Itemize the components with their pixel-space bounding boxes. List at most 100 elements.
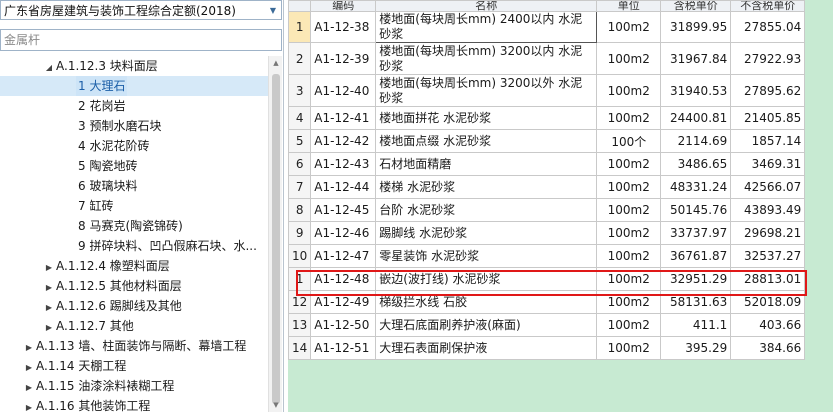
table-row[interactable]: 10 A1-12-47 零星装饰 水泥砂浆 100m2 36761.87 32537.27: [287, 244, 806, 268]
row-number[interactable]: 6: [287, 152, 312, 176]
cell-price-notax[interactable]: 21405.85: [730, 106, 806, 130]
cell-price-tax[interactable]: 31967.84: [660, 42, 732, 75]
cell-price-tax[interactable]: 36761.87: [660, 244, 732, 268]
cell-price-notax[interactable]: 52018.09: [730, 290, 806, 314]
tree-node[interactable]: ▶ A.1.14 天棚工程: [0, 356, 268, 376]
row-number[interactable]: 5: [287, 129, 312, 153]
tree-node[interactable]: 7 缸砖: [0, 196, 268, 216]
expand-arrow-icon[interactable]: ▶: [24, 398, 34, 412]
cell-price-tax[interactable]: 58131.63: [660, 290, 732, 314]
dropdown-arrow-icon[interactable]: ▼: [265, 1, 281, 19]
tree-node[interactable]: 4 水泥花阶砖: [0, 136, 268, 156]
cell-price-notax[interactable]: 43893.49: [730, 198, 806, 222]
cell-price-tax[interactable]: 32951.29: [660, 267, 732, 291]
row-number[interactable]: 13: [287, 313, 312, 337]
row-number[interactable]: 10: [287, 244, 312, 268]
cell-code[interactable]: A1-12-45: [310, 198, 377, 222]
cell-price-tax[interactable]: 3486.65: [660, 152, 732, 176]
cell-price-tax[interactable]: 411.1: [660, 313, 732, 337]
cell-unit[interactable]: 100m2: [596, 244, 662, 268]
table-row[interactable]: 5 A1-12-42 楼地面点缀 水泥砂浆 100个 2114.69 1857.14: [287, 129, 806, 153]
cell-unit[interactable]: 100m2: [596, 198, 662, 222]
scroll-down-icon[interactable]: ▼: [271, 400, 281, 410]
expand-arrow-icon[interactable]: ▶: [44, 298, 54, 318]
cell-price-tax[interactable]: 33737.97: [660, 221, 732, 245]
cell-price-tax[interactable]: 48331.24: [660, 175, 732, 199]
tree-node[interactable]: ▶ A.1.12.7 其他: [0, 316, 268, 336]
cell-name[interactable]: 石材地面精磨: [375, 152, 598, 176]
cell-price-tax[interactable]: 31899.95: [660, 11, 732, 43]
search-input[interactable]: [4, 33, 281, 47]
cell-price-tax[interactable]: 2114.69: [660, 129, 732, 153]
cell-unit[interactable]: 100个: [596, 129, 662, 153]
scroll-up-icon[interactable]: ▲: [271, 58, 281, 68]
cell-name[interactable]: 大理石底面刷养护液(麻面): [375, 313, 598, 337]
cell-code[interactable]: A1-12-38: [310, 11, 377, 43]
row-number[interactable]: 1: [287, 267, 312, 291]
tree-node[interactable]: ▶ A.1.13 墙、柱面装饰与隔断、幕墙工程: [0, 336, 268, 356]
scroll-thumb[interactable]: [272, 74, 280, 404]
table-row[interactable]: 4 A1-12-41 楼地面拼花 水泥砂浆 100m2 24400.81 21405.85: [287, 106, 806, 130]
table-row[interactable]: 1 A1-12-38 楼地面(每块周长mm) 2400以内 水泥砂浆 100m2 318…: [287, 11, 806, 43]
cell-price-notax[interactable]: 403.66: [730, 313, 806, 337]
cell-unit[interactable]: 100m2: [596, 175, 662, 199]
row-number[interactable]: 2: [287, 42, 312, 75]
cell-price-notax[interactable]: 32537.27: [730, 244, 806, 268]
cell-unit[interactable]: 100m2: [596, 152, 662, 176]
row-number[interactable]: 3: [287, 74, 312, 107]
tree-node[interactable]: 2 花岗岩: [0, 96, 268, 116]
header-price-tax[interactable]: 含税单价: [660, 0, 732, 12]
cell-price-notax[interactable]: 1857.14: [730, 129, 806, 153]
expand-arrow-icon[interactable]: ▶: [44, 318, 54, 338]
header-unit[interactable]: 单位: [596, 0, 662, 12]
cell-unit[interactable]: 100m2: [596, 106, 662, 130]
cell-unit[interactable]: 100m2: [596, 11, 662, 43]
cell-unit[interactable]: 100m2: [596, 290, 662, 314]
row-number[interactable]: 12: [287, 290, 312, 314]
cell-price-notax[interactable]: 27922.93: [730, 42, 806, 75]
row-number[interactable]: 14: [287, 336, 312, 360]
table-row[interactable]: 8 A1-12-45 台阶 水泥砂浆 100m2 50145.76 43893.49: [287, 198, 806, 222]
cell-code[interactable]: A1-12-47: [310, 244, 377, 268]
cell-name[interactable]: 嵌边(波打线) 水泥砂浆: [375, 267, 598, 291]
tree-node[interactable]: ▶ A.1.12.5 其他材料面层: [0, 276, 268, 296]
cell-code[interactable]: A1-12-41: [310, 106, 377, 130]
row-number[interactable]: 4: [287, 106, 312, 130]
cell-price-notax[interactable]: 29698.21: [730, 221, 806, 245]
header-name[interactable]: 名称: [375, 0, 598, 12]
tree-node[interactable]: 6 玻璃块料: [0, 176, 268, 196]
tree-node[interactable]: ▶ A.1.12.6 踢脚线及其他: [0, 296, 268, 316]
tree-node[interactable]: 8 马赛克(陶瓷锦砖): [0, 216, 268, 236]
cell-price-notax[interactable]: 384.66: [730, 336, 806, 360]
cell-name[interactable]: 楼地面(每块周长mm) 3200以内 水泥砂浆: [375, 42, 598, 75]
table-row[interactable]: 7 A1-12-44 楼梯 水泥砂浆 100m2 48331.24 42566.07: [287, 175, 806, 199]
table-row[interactable]: 3 A1-12-40 楼地面(每块周长mm) 3200以外 水泥砂浆 100m2 319…: [287, 74, 806, 107]
row-number[interactable]: 1: [287, 11, 312, 43]
cell-code[interactable]: A1-12-50: [310, 313, 377, 337]
cell-unit[interactable]: 100m2: [596, 221, 662, 245]
header-code[interactable]: 编码: [310, 0, 377, 12]
cell-price-notax[interactable]: 27895.62: [730, 74, 806, 107]
table-row[interactable]: 2 A1-12-39 楼地面(每块周长mm) 3200以内 水泥砂浆 100m2 319…: [287, 42, 806, 75]
tree-node[interactable]: ▶ A.1.15 油漆涂料裱糊工程: [0, 376, 268, 396]
cell-name[interactable]: 楼梯 水泥砂浆: [375, 175, 598, 199]
cell-name[interactable]: 零星装饰 水泥砂浆: [375, 244, 598, 268]
collapse-arrow-icon[interactable]: ◢: [44, 58, 54, 78]
cell-unit[interactable]: 100m2: [596, 74, 662, 107]
cell-name[interactable]: 踢脚线 水泥砂浆: [375, 221, 598, 245]
cell-price-notax[interactable]: 27855.04: [730, 11, 806, 43]
row-number[interactable]: 9: [287, 221, 312, 245]
tree-node-selected[interactable]: 1 大理石: [0, 76, 268, 96]
cell-name[interactable]: 楼地面点缀 水泥砂浆: [375, 129, 598, 153]
cell-name[interactable]: 梯级拦水线 石胶: [375, 290, 598, 314]
tree-node[interactable]: 3 预制水磨石块: [0, 116, 268, 136]
table-row[interactable]: 1 A1-12-48 嵌边(波打线) 水泥砂浆 100m2 32951.29 28813.…: [287, 267, 806, 291]
cell-price-tax[interactable]: 31940.53: [660, 74, 732, 107]
tree-scrollbar[interactable]: ▲ ▼: [268, 56, 282, 412]
cell-price-notax[interactable]: 3469.31: [730, 152, 806, 176]
search-field[interactable]: [0, 29, 282, 51]
tree-node[interactable]: 5 陶瓷地砖: [0, 156, 268, 176]
tree-node[interactable]: ▶ A.1.16 其他装饰工程: [0, 396, 268, 412]
tree-node[interactable]: ▶ A.1.12.4 橡塑料面层: [0, 256, 268, 276]
cell-code[interactable]: A1-12-44: [310, 175, 377, 199]
